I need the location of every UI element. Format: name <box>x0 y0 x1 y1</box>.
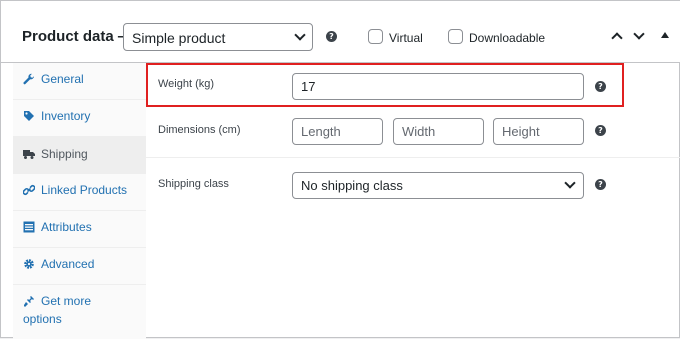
dimensions-help-icon[interactable]: ? <box>595 125 606 136</box>
tab-shipping-label: Shipping <box>41 147 88 161</box>
collapse-toggle-icon[interactable] <box>661 32 669 38</box>
tab-advanced-label: Advanced <box>41 257 95 271</box>
product-data-header: Product data — Simple product ? Virtual … <box>1 1 680 63</box>
truck-icon <box>23 150 35 159</box>
shipping-class-value: No shipping class <box>301 178 403 193</box>
link-icon <box>23 185 35 195</box>
product-data-panel: Product data — Simple product ? Virtual … <box>0 0 680 339</box>
downloadable-checkbox[interactable] <box>448 29 463 44</box>
tab-shipping[interactable]: Shipping <box>13 137 146 174</box>
chevron-down-icon <box>564 177 576 189</box>
height-input[interactable]: Height <box>493 118 584 145</box>
tab-get-more-options-label-line1: Get more <box>41 294 92 308</box>
shipping-class-help-icon[interactable]: ? <box>595 179 606 190</box>
tab-attributes-label: Attributes <box>41 220 92 234</box>
help-icon[interactable]: ? <box>326 31 337 42</box>
virtual-label: Virtual <box>389 31 423 45</box>
section-divider <box>146 157 680 158</box>
downloadable-label: Downloadable <box>469 31 546 45</box>
chevron-down-icon <box>294 29 306 41</box>
dimensions-label: Dimensions (cm) <box>158 124 241 136</box>
tab-linked-products-label: Linked Products <box>41 183 128 197</box>
tab-inventory[interactable]: Inventory <box>13 100 146 137</box>
tag-icon <box>24 111 34 121</box>
shipping-class-label: Shipping class <box>158 178 229 190</box>
width-input[interactable]: Width <box>393 118 484 145</box>
wrench-icon <box>23 73 35 85</box>
plugin-icon <box>24 296 34 307</box>
product-type-value: Simple product <box>132 30 226 46</box>
weight-highlight-box <box>146 63 624 107</box>
move-up-icon[interactable] <box>611 32 623 44</box>
tab-general[interactable]: General <box>13 63 146 100</box>
product-data-tabs: General Inventory Shipping Linked Produc… <box>13 63 146 339</box>
shipping-class-select[interactable]: No shipping class <box>292 172 584 199</box>
product-type-select[interactable]: Simple product <box>123 23 313 51</box>
tab-attributes[interactable]: Attributes <box>13 211 146 248</box>
length-input[interactable]: Length <box>292 118 383 145</box>
tab-get-more-options-label-line2: options <box>23 312 62 326</box>
tab-advanced[interactable]: Advanced <box>13 248 146 285</box>
tab-inventory-label: Inventory <box>41 109 91 123</box>
tab-linked-products[interactable]: Linked Products <box>13 174 146 211</box>
move-down-icon[interactable] <box>633 28 645 40</box>
virtual-checkbox[interactable] <box>368 29 383 44</box>
tab-general-label: General <box>41 72 84 86</box>
tab-get-more-options[interactable]: Get more options <box>13 285 146 339</box>
gear-icon <box>24 259 34 269</box>
list-icon <box>23 221 35 233</box>
product-data-title: Product data — <box>22 28 133 45</box>
